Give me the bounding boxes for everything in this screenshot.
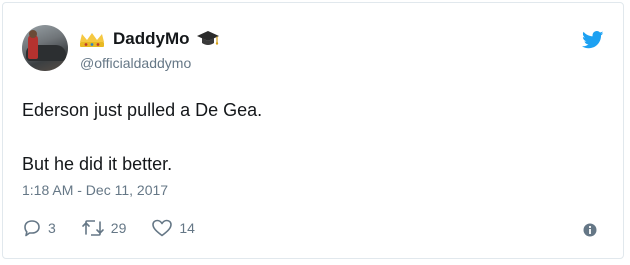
tweet-text-line-2: But he did it better.: [22, 154, 173, 174]
tweet-timestamp[interactable]: 1:18 AM - Dec 11, 2017: [22, 182, 168, 198]
tweet-body: Ederson just pulled a De Gea. But he did…: [22, 99, 262, 175]
like-count: 14: [179, 220, 195, 236]
graduation-cap-emoji-icon: [196, 30, 219, 48]
retweet-icon: [81, 220, 104, 236]
reply-icon: [24, 220, 40, 237]
reply-button[interactable]: 3: [22, 219, 56, 237]
display-name[interactable]: DaddyMo: [113, 29, 190, 49]
info-icon[interactable]: [583, 223, 597, 237]
twitter-bird-icon[interactable]: [582, 31, 604, 49]
tweet-card: DaddyMo @officialdaddymo Ederson just pu…: [2, 2, 624, 259]
tweet-text-line-1: Ederson just pulled a De Gea.: [22, 100, 263, 120]
avatar-person-shape: [28, 35, 38, 59]
avatar[interactable]: [22, 25, 68, 71]
crown-emoji-icon: [80, 32, 104, 47]
retweet-button[interactable]: 29: [81, 219, 127, 237]
retweet-count: 29: [110, 220, 127, 236]
display-name-row[interactable]: DaddyMo: [80, 29, 219, 49]
reply-count: 3: [48, 220, 56, 236]
like-button[interactable]: 14: [151, 219, 195, 237]
avatar-head-shape: [29, 30, 37, 38]
user-handle[interactable]: @officialdaddymo: [80, 55, 191, 71]
tweet-actions: 3 29 14: [22, 219, 220, 237]
heart-icon: [152, 219, 173, 237]
